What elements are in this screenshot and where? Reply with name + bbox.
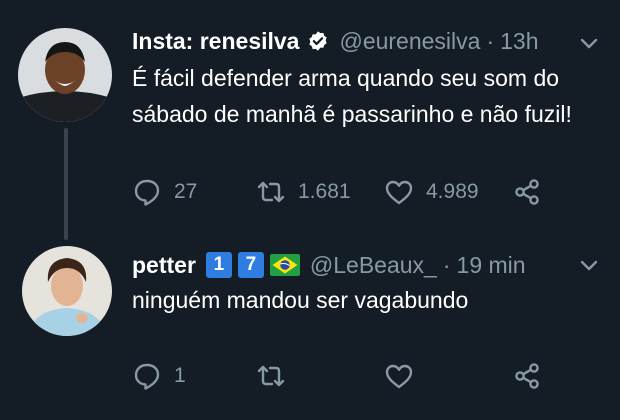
avatar[interactable]: [22, 246, 112, 336]
retweet-icon: [257, 365, 285, 387]
tweet-header: Insta: renesilva @eurenesilva · 13h: [132, 24, 539, 58]
number-badge: 7: [237, 252, 264, 278]
share-button[interactable]: [512, 176, 542, 208]
like-button[interactable]: 4.989: [384, 176, 479, 208]
tweet[interactable]: petter 1 7 @LeBeaux_ · 19 min ninguém ma…: [0, 232, 620, 420]
tweet-actions: 1: [132, 360, 552, 392]
reply-button[interactable]: 27: [132, 176, 197, 208]
display-name[interactable]: petter: [132, 252, 196, 279]
tweet[interactable]: Insta: renesilva @eurenesilva · 13h É fá…: [0, 0, 620, 232]
reply-icon: [134, 363, 160, 390]
share-button[interactable]: [512, 360, 542, 392]
timestamp[interactable]: 13h: [500, 28, 538, 55]
retweet-button[interactable]: [256, 360, 286, 392]
reply-count: 27: [174, 180, 198, 203]
avatar[interactable]: [18, 28, 112, 122]
share-icon: [515, 363, 539, 389]
handle[interactable]: @eurenesilva: [339, 28, 480, 55]
like-button[interactable]: [384, 360, 414, 392]
chevron-down-icon[interactable]: [580, 260, 598, 272]
share-icon: [515, 179, 539, 205]
display-name[interactable]: Insta: renesilva: [132, 28, 299, 55]
like-icon: [385, 364, 413, 389]
like-icon: [385, 180, 413, 205]
like-count: 4.989: [426, 180, 479, 203]
separator-dot: ·: [486, 27, 495, 54]
tweet-text: É fácil defender arma quando seu som do …: [132, 65, 572, 127]
tweet-text: ninguém mandou ser vagabundo: [132, 287, 469, 313]
reply-icon: [134, 179, 160, 206]
handle[interactable]: @LeBeaux_: [310, 252, 437, 279]
separator-dot: ·: [442, 251, 451, 278]
reply-button[interactable]: 1: [132, 360, 186, 392]
retweet-icon: [257, 181, 285, 203]
timestamp[interactable]: 19 min: [457, 252, 526, 279]
tweet-actions: 27 1.681 4.989: [132, 176, 552, 208]
chevron-down-icon[interactable]: [580, 38, 598, 50]
retweet-button[interactable]: 1.681: [256, 176, 351, 208]
number-badge: 1: [205, 252, 232, 278]
reply-count: 1: [174, 364, 186, 387]
retweet-count: 1.681: [298, 180, 351, 203]
brazil-flag-icon: [269, 254, 300, 276]
verified-icon: [307, 30, 329, 52]
tweet-header: petter 1 7 @LeBeaux_ · 19 min: [132, 248, 526, 282]
